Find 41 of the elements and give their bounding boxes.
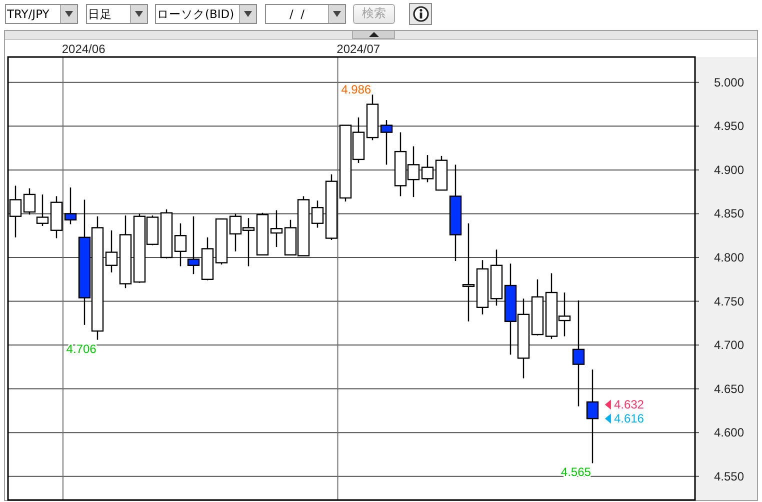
low-price-label: 4.565	[560, 465, 591, 480]
y-axis-label: 4.950	[714, 119, 744, 134]
low-price-label: 4.706	[66, 342, 96, 356]
y-axis-label: 4.850	[714, 206, 744, 221]
candlestick	[187, 216, 200, 274]
dropdown-arrow-icon[interactable]	[65, 10, 73, 16]
info-icon	[412, 6, 428, 22]
y-axis-label: 4.650	[714, 382, 744, 396]
candlestick	[242, 218, 255, 266]
candlestick	[36, 194, 49, 226]
y-axis-label: 4.750	[714, 294, 744, 308]
high-price-label: 4.986	[341, 82, 372, 97]
candlestick	[256, 212, 269, 256]
dropdown[interactable]: TRY/JPY	[5, 4, 78, 24]
date-field[interactable]: / /	[265, 4, 346, 24]
candlestick	[50, 196, 63, 238]
collapse-button[interactable]	[352, 31, 395, 39]
info-button[interactable]	[409, 2, 432, 24]
x-axis-label: 2024/06	[62, 42, 106, 56]
candlestick	[229, 214, 242, 252]
candlestick	[174, 223, 187, 266]
dropdown-arrow-icon[interactable]	[244, 10, 252, 16]
price-marker-label: 4.616	[614, 412, 644, 426]
candlestick	[531, 279, 544, 336]
dropdown-arrow-icon[interactable]	[333, 10, 341, 16]
candlestick	[215, 218, 228, 264]
y-axis-label: 4.800	[714, 250, 744, 264]
price-marker-label: 4.632	[614, 398, 644, 412]
candlestick	[270, 210, 283, 247]
y-axis-label: 4.700	[714, 338, 744, 352]
up-arrow-icon	[368, 32, 378, 37]
candlestick	[366, 94, 379, 140]
y-axis-label: 4.550	[714, 469, 744, 484]
y-axis-label: 4.600	[714, 426, 744, 440]
y-axis-label: 4.900	[714, 162, 744, 177]
dropdown[interactable]: 日足	[86, 4, 148, 24]
dropdown-arrow-icon[interactable]	[135, 10, 143, 16]
y-axis-label: 5.000	[714, 75, 744, 90]
dropdown[interactable]: ローソク(BID)	[155, 4, 257, 24]
x-axis-label: 2024/07	[336, 42, 380, 56]
candlestick	[201, 237, 214, 280]
